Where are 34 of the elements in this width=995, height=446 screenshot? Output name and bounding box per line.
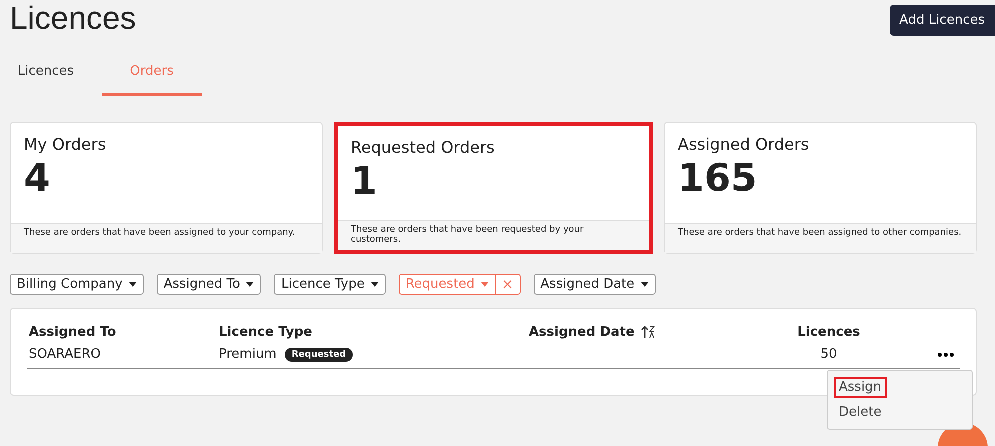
card-description: These are orders that have been assigned to other companies. <box>665 223 976 253</box>
card-description: These are orders that have been requested by your customers. <box>338 220 649 250</box>
caret-icon <box>370 282 379 287</box>
card-title: Requested Orders <box>351 138 496 157</box>
filter-dropdown[interactable]: Assigned To <box>156 274 262 295</box>
page-title: Licences <box>10 0 136 36</box>
caret-icon <box>480 282 489 287</box>
sort-icon <box>640 326 655 339</box>
card-title: My Orders <box>24 135 108 154</box>
menu-item[interactable]: Assign <box>834 377 887 398</box>
more-icon <box>938 352 954 356</box>
order-count: 165 <box>678 158 758 200</box>
table-cell: Premium <box>219 347 277 362</box>
caret-icon <box>640 282 649 287</box>
tab[interactable]: Licences <box>6 56 86 96</box>
table-cell-text: SOARAERO <box>29 347 102 362</box>
filter-dropdown[interactable]: Assigned Date <box>534 274 656 295</box>
add-licences-button[interactable]: Add Licences <box>890 5 995 36</box>
column-header: Assigned To <box>29 325 118 342</box>
caret-icon <box>128 282 137 287</box>
menu-item[interactable]: Delete <box>834 402 887 423</box>
status-badge: Requested <box>284 348 354 362</box>
column-header: Licences <box>796 325 862 342</box>
caret-icon <box>246 282 254 287</box>
column-header: Licence Type <box>219 325 314 342</box>
card-description: These are orders that have been assigned to your company. <box>11 223 322 253</box>
order-count: 1 <box>351 161 378 203</box>
order-count: 4 <box>24 158 52 200</box>
filter-dropdown[interactable]: Billing Company <box>10 274 144 295</box>
card-title: Assigned Orders <box>678 135 810 154</box>
filter-dropdown[interactable]: Licence Type <box>274 274 386 295</box>
column-header[interactable]: Assigned Date <box>529 325 779 347</box>
more-button[interactable] <box>938 352 954 356</box>
table-cell-text: 50 <box>820 347 838 362</box>
